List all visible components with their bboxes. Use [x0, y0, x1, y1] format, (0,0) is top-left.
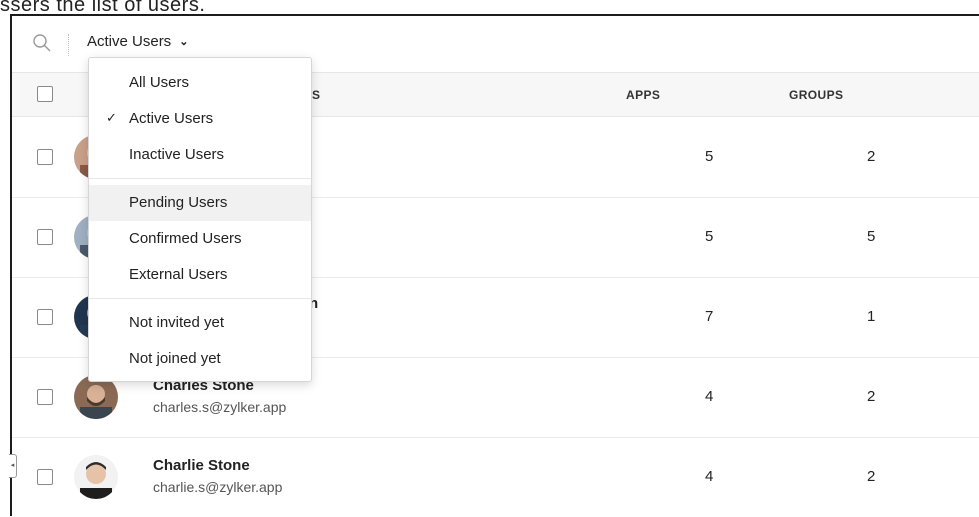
filter-separator — [68, 34, 69, 56]
user-filter-value: Active Users — [87, 33, 172, 50]
user-filter-select[interactable]: Active Users ⌄ — [87, 33, 188, 50]
chevron-down-icon: ⌄ — [179, 36, 189, 48]
apps-count: 5 — [705, 228, 714, 245]
avatar — [74, 455, 118, 499]
groups-count: 2 — [867, 468, 876, 485]
user-email: charlie.s@zylker.app — [153, 479, 283, 495]
filter-option-inactive-users[interactable]: Inactive Users — [89, 137, 311, 173]
option-label: Pending Users — [129, 194, 228, 211]
column-header-name: S — [312, 88, 321, 102]
chevron-left-icon[interactable]: ◂ — [9, 454, 17, 478]
option-label: Not invited yet — [129, 314, 225, 331]
column-header-apps[interactable]: APPS — [626, 88, 660, 102]
apps-count: 4 — [705, 468, 714, 485]
check-icon: ✓ — [106, 110, 117, 125]
row-checkbox[interactable] — [37, 149, 53, 165]
search-icon[interactable] — [32, 33, 52, 53]
groups-count: 2 — [867, 388, 876, 405]
filter-option-pending-users[interactable]: Pending Users — [89, 185, 311, 221]
user-filter-dropdown: All Users ✓ Active Users Inactive Users … — [88, 57, 312, 382]
groups-count: 2 — [867, 148, 876, 165]
row-checkbox[interactable] — [37, 309, 53, 325]
user-email: charles.s@zylker.app — [153, 399, 287, 415]
row-checkbox[interactable] — [37, 469, 53, 485]
column-header-groups[interactable]: GROUPS — [789, 88, 843, 102]
menu-divider — [89, 178, 311, 179]
filter-option-all-users[interactable]: All Users — [89, 65, 311, 101]
filter-option-not-invited[interactable]: Not invited yet — [89, 305, 311, 341]
users-panel: Active Users ⌄ S APPS GROUPS 5 2 5 5 n 7 — [10, 14, 979, 516]
groups-count: 5 — [867, 228, 876, 245]
user-name[interactable]: Charlie Stone — [153, 457, 250, 474]
filter-option-active-users[interactable]: ✓ Active Users — [89, 101, 311, 137]
groups-count: 1 — [867, 308, 876, 325]
filter-option-external-users[interactable]: External Users — [89, 257, 311, 293]
option-label: Inactive Users — [129, 146, 225, 163]
filter-option-confirmed-users[interactable]: Confirmed Users — [89, 221, 311, 257]
select-all-checkbox[interactable] — [37, 86, 53, 102]
apps-count: 7 — [705, 308, 714, 325]
option-label: Not joined yet — [129, 350, 221, 367]
option-label: All Users — [129, 74, 190, 91]
option-label: Active Users — [129, 110, 214, 127]
filter-option-not-joined[interactable]: Not joined yet — [89, 341, 311, 377]
row-checkbox[interactable] — [37, 389, 53, 405]
apps-count: 5 — [705, 148, 714, 165]
menu-divider — [89, 298, 311, 299]
row-checkbox[interactable] — [37, 229, 53, 245]
option-label: External Users — [129, 266, 228, 283]
apps-count: 4 — [705, 388, 714, 405]
option-label: Confirmed Users — [129, 230, 242, 247]
table-row[interactable]: Charlie Stone charlie.s@zylker.app 4 2 — [12, 437, 979, 517]
